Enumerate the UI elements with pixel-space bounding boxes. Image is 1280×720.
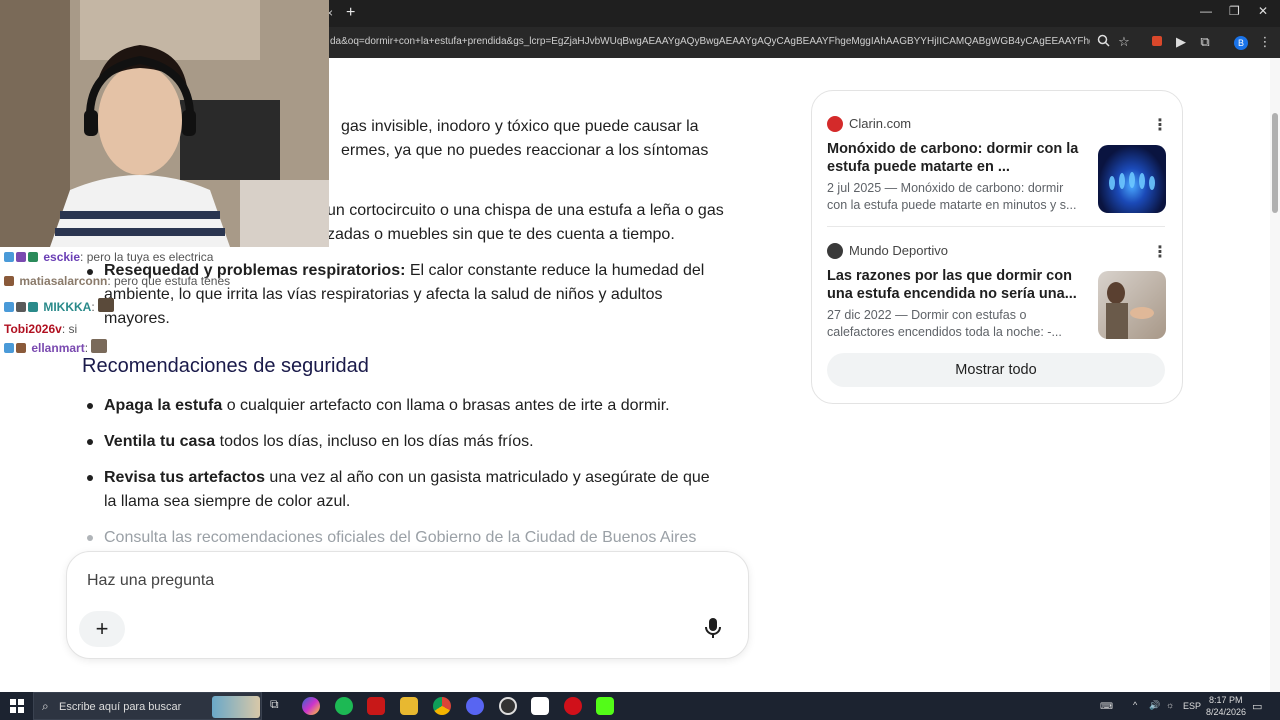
divider: [827, 226, 1165, 227]
volume-icon[interactable]: 🔊: [1149, 700, 1160, 711]
minimize-button[interactable]: —: [1200, 4, 1212, 18]
notifications-icon[interactable]: ▭: [1252, 700, 1262, 713]
chat-message: ellanmart:: [4, 339, 109, 355]
mundo-deportivo-favicon-icon: [827, 243, 843, 259]
gas-flame-thumbnail[interactable]: [1098, 145, 1166, 213]
microphone-icon[interactable]: [703, 616, 723, 640]
ask-box: +: [66, 551, 749, 659]
source-site-name[interactable]: Clarin.com: [849, 116, 911, 131]
page-scrollbar[interactable]: [1270, 58, 1280, 692]
source-snippet: 27 dic 2022 — Dormir con estufas o calefa…: [827, 308, 1062, 339]
more-options-icon[interactable]: ⋮: [1152, 115, 1168, 135]
chat-message: matiasalarconn: pero que estufa tenes: [4, 274, 230, 288]
chat-username: MIKKKA: [43, 300, 92, 314]
windows-start-icon[interactable]: [10, 699, 24, 718]
chat-text: :: [84, 341, 89, 355]
paragraph-line: gas invisible, inodoro y tóxico que pued…: [341, 118, 699, 135]
url-text[interactable]: da&oq=dormir+con+la+estufa+prendida&gs_l…: [330, 36, 1090, 47]
person-warming-hands-thumbnail[interactable]: [1098, 271, 1166, 339]
paragraph-line: zadas o muebles sin que te des cuenta a …: [327, 226, 675, 243]
restore-button[interactable]: ❐: [1229, 4, 1240, 18]
show-all-button[interactable]: Mostrar todo: [827, 353, 1165, 387]
chat-message: esckie: pero la tuya es electrica: [4, 250, 213, 264]
paragraph-line: la llama sea siempre de color azul.: [104, 493, 351, 510]
chat-text: : si: [61, 322, 78, 336]
close-window-button[interactable]: ✕: [1258, 4, 1268, 18]
emote-icon: [98, 298, 115, 312]
clock-time[interactable]: 8:17 PM: [1209, 695, 1243, 705]
emote-icon: [91, 339, 108, 353]
paragraph-line: un cortocircuito o una chispa de una est…: [327, 202, 724, 219]
bullet-dot: [87, 535, 93, 541]
spotify-icon[interactable]: [335, 697, 353, 715]
recommendation-item: Ventila tu casa todos los días, incluso …: [104, 430, 534, 454]
tray-overflow-icon[interactable]: ^: [1133, 700, 1137, 710]
capcut-icon[interactable]: [531, 697, 549, 715]
bullet-dot: [87, 439, 93, 445]
zoom-icon[interactable]: [1095, 34, 1111, 50]
recommendation-item-faded[interactable]: Consulta las recomendaciones oficiales d…: [104, 526, 696, 550]
kick-icon[interactable]: [596, 697, 614, 715]
voicemod-icon[interactable]: [367, 697, 385, 715]
recommendation-item: Apaga la estufa o cualquier artefacto co…: [104, 394, 670, 418]
taskbar-search-text[interactable]: Escribe aquí para buscar: [59, 701, 181, 713]
chat-username: matiasalarconn: [19, 274, 108, 288]
rec-bold: Ventila tu casa: [104, 433, 216, 450]
stream-chat-overlay: esckie: pero la tuya es electrica matias…: [0, 247, 330, 357]
keyboard-icon[interactable]: ⌨: [1100, 701, 1113, 712]
new-tab-button[interactable]: +: [346, 4, 355, 22]
bullet-text: El calor constante reduce la humedad del: [405, 262, 705, 279]
bullet-dot: [87, 475, 93, 481]
more-options-icon[interactable]: ⋮: [1152, 242, 1168, 262]
chat-text: : pero la tuya es electrica: [80, 250, 214, 264]
profile-avatar[interactable]: B: [1233, 34, 1249, 50]
chat-text: :: [91, 300, 95, 314]
source-snippet: 2 jul 2025 — Monóxido de carbono: dormir…: [827, 181, 1077, 212]
clarin-favicon-icon: [827, 116, 843, 132]
bookmark-star-icon[interactable]: ☆: [1116, 34, 1132, 50]
paragraph-line: ermes, ya que no puedes reaccionar a los…: [341, 142, 709, 159]
rec-text: una vez al año con un gasista matriculad…: [264, 469, 710, 486]
chat-username: ellanmart: [31, 341, 85, 355]
file-explorer-icon[interactable]: [400, 697, 418, 715]
rec-bold: Revisa tus artefactos: [104, 469, 265, 486]
obs-icon[interactable]: [499, 697, 517, 715]
search-icon: ⌕: [42, 699, 49, 713]
source-site-name[interactable]: Mundo Deportivo: [849, 243, 948, 258]
search-highlight-image: [212, 696, 260, 718]
rec-text: todos los días, incluso en los días más …: [215, 433, 534, 450]
bullet-dot: [87, 403, 93, 409]
windows-taskbar: ⌕ Escribe aquí para buscar ⧉ ⌨ ^ 🔊 ☼ ESP…: [0, 692, 1280, 720]
add-button[interactable]: +: [79, 611, 125, 647]
source-title[interactable]: Monóxido de carbono: dormir con la estufa…: [827, 140, 1087, 176]
chat-text: : pero que estufa tenes: [107, 274, 231, 288]
extensions-puzzle-icon[interactable]: ⧉: [1197, 34, 1213, 50]
discord-icon[interactable]: [466, 697, 484, 715]
scrollbar-thumb[interactable]: [1272, 113, 1278, 213]
section-heading: Recomendaciones de seguridad: [82, 355, 369, 377]
copilot-icon[interactable]: [302, 697, 320, 715]
recommendation-item: Revisa tus artefactos una vez al año con…: [104, 466, 710, 490]
source-title[interactable]: Las razones por las que dormir con una es…: [827, 267, 1087, 303]
opera-icon[interactable]: [564, 697, 582, 715]
clock-date[interactable]: 8/24/2026: [1206, 707, 1246, 717]
network-icon[interactable]: ☼: [1166, 700, 1174, 710]
chat-username: Tobi2026v: [4, 322, 62, 336]
chat-message: MIKKKA:: [4, 298, 116, 314]
chat-message: Tobi2026v: si: [4, 322, 77, 336]
taskbar-search[interactable]: ⌕ Escribe aquí para buscar: [33, 692, 262, 720]
rec-bold: Apaga la estufa: [104, 397, 223, 414]
webcam-overlay: [0, 0, 329, 247]
rec-text: o cualquier artefacto con llama o brasas…: [222, 397, 670, 414]
ask-input[interactable]: [87, 569, 707, 593]
extension-play-icon[interactable]: ▶: [1173, 34, 1189, 50]
chrome-icon[interactable]: [433, 697, 451, 715]
task-view-icon[interactable]: ⧉: [270, 697, 288, 715]
language-indicator[interactable]: ESP: [1183, 701, 1201, 711]
browser-menu-icon[interactable]: ⋮: [1257, 34, 1273, 50]
extension-red-icon[interactable]: [1149, 34, 1165, 50]
chat-username: esckie: [43, 250, 81, 264]
